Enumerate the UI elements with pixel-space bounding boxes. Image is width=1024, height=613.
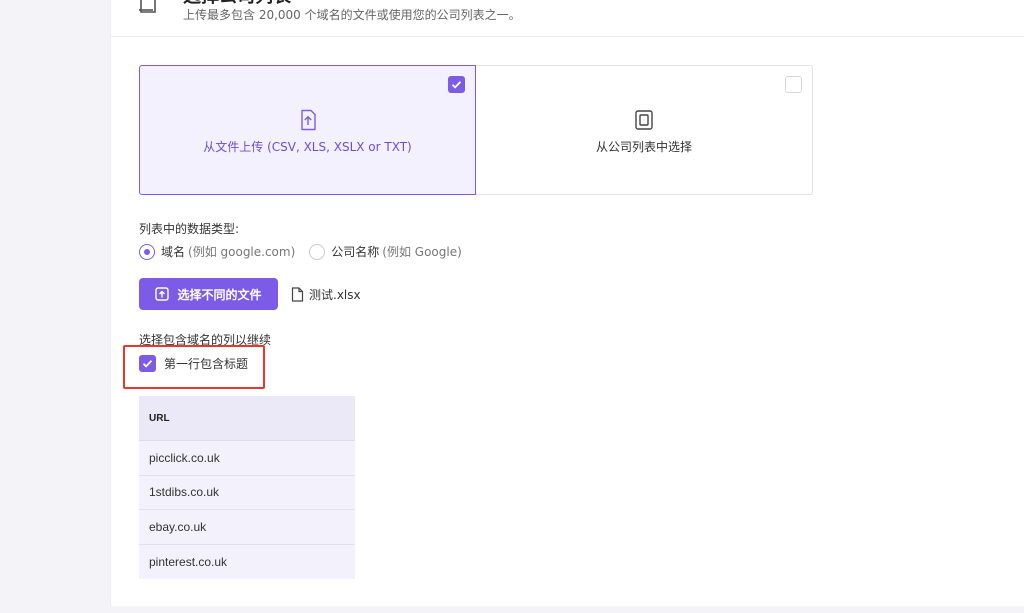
table-row: 1stdibs.co.uk [139, 475, 355, 510]
main-panel: 选择公司列表 上传最多包含 20,000 个域名的文件或使用您的公司列表之一。 … [110, 0, 1024, 606]
column-preview-table: URL picclick.co.uk 1stdibs.co.uk ebay.co… [139, 396, 355, 579]
data-type-radio-group: 域名 (例如 google.com) 公司名称 (例如 Google) [139, 243, 476, 260]
file-icon [291, 287, 304, 302]
company-list-icon [635, 110, 653, 130]
company-list-option[interactable]: 从公司列表中选择 [475, 65, 813, 195]
file-list-icon [139, 0, 156, 13]
choose-different-file-button[interactable]: 选择不同的文件 [139, 278, 278, 310]
table-row: pinterest.co.uk [139, 544, 355, 579]
upload-file-icon [300, 109, 316, 131]
radio-domain-hint: (例如 google.com) [188, 245, 296, 259]
annotation-highlight-box [123, 345, 265, 389]
selected-file: 测试.xlsx [291, 286, 361, 303]
table-header-url[interactable]: URL [139, 396, 355, 441]
table-row: picclick.co.uk [139, 441, 355, 476]
upload-file-option[interactable]: 从文件上传 (CSV, XLS, XSLX or TXT) [139, 65, 476, 195]
radio-company-label: 公司名称 [331, 245, 380, 259]
table-row: ebay.co.uk [139, 510, 355, 545]
header-divider [111, 36, 1024, 37]
radio-domain-label: 域名 [161, 245, 186, 259]
company-list-label: 从公司列表中选择 [595, 140, 692, 154]
data-type-label: 列表中的数据类型: [139, 222, 240, 236]
check-icon [451, 81, 462, 89]
radio-domain[interactable]: 域名 (例如 google.com) [139, 243, 295, 260]
selected-file-name: 测试.xlsx [309, 288, 361, 302]
option-checkbox-unchecked[interactable] [785, 76, 802, 93]
radio-button-selected[interactable] [139, 243, 155, 260]
radio-button-unselected[interactable] [309, 243, 326, 260]
choose-different-file-label: 选择不同的文件 [177, 287, 262, 302]
upload-icon [155, 287, 170, 301]
upload-file-label: 从文件上传 (CSV, XLS, XSLX or TXT) [203, 140, 412, 154]
page-subtitle: 上传最多包含 20,000 个域名的文件或使用您的公司列表之一。 [183, 8, 521, 22]
radio-company-hint: (例如 Google) [382, 245, 462, 259]
option-checkbox-checked[interactable] [448, 76, 465, 93]
radio-company-name[interactable]: 公司名称 (例如 Google) [309, 243, 462, 260]
